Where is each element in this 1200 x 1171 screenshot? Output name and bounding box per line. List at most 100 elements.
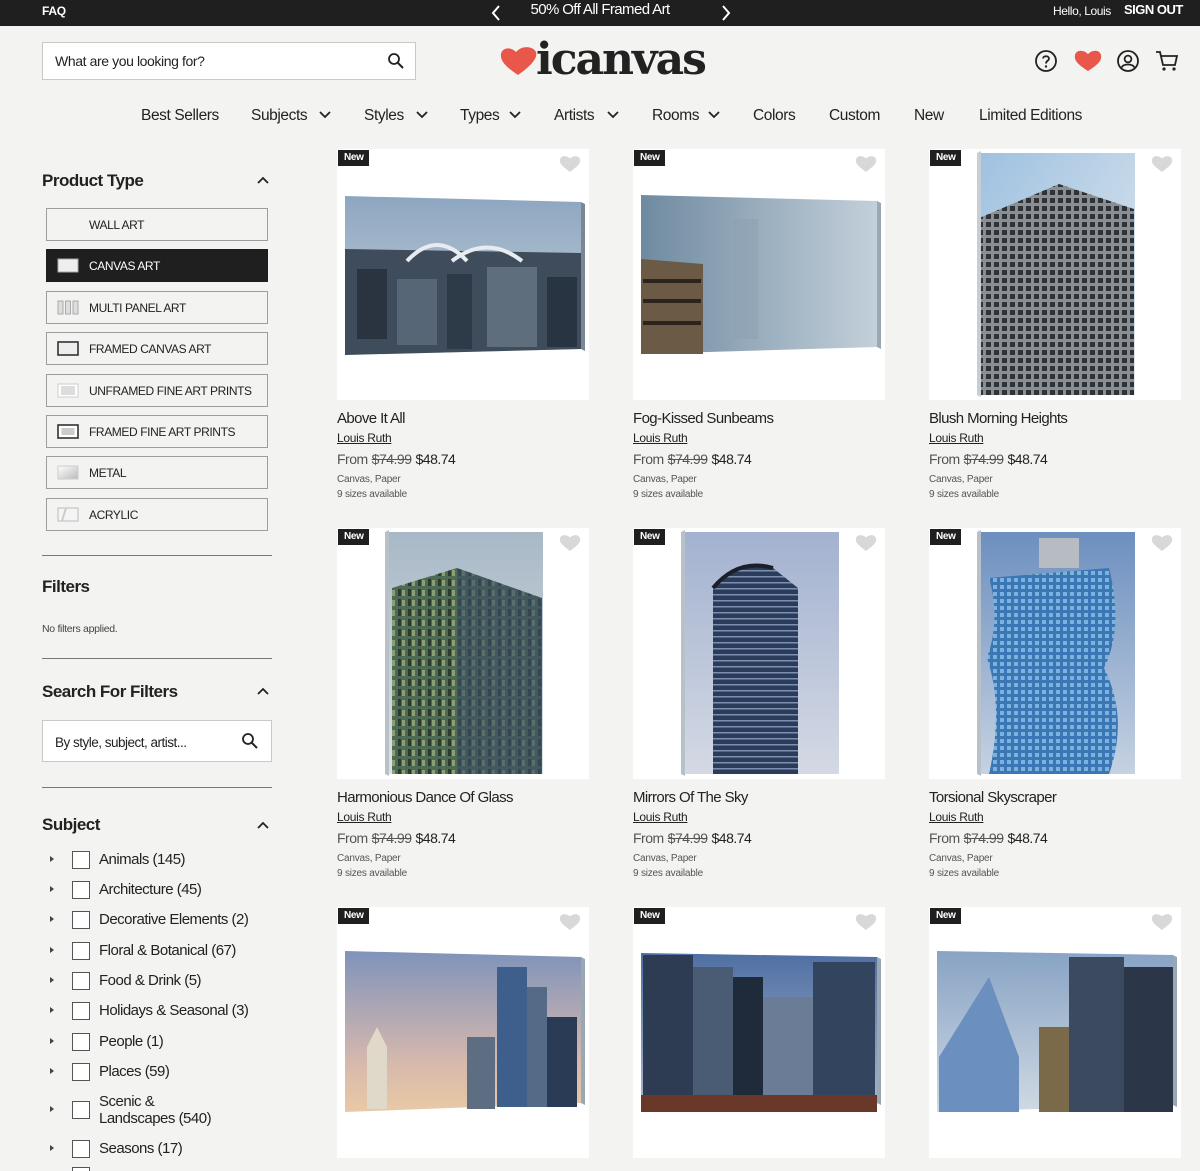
subject-checkbox[interactable] xyxy=(72,1033,90,1051)
subject-checkbox[interactable] xyxy=(72,972,90,990)
favorites-heart-icon[interactable] xyxy=(1073,49,1103,73)
subject-checkbox[interactable] xyxy=(72,1140,90,1158)
artist-link[interactable]: Louis Ruth xyxy=(929,810,984,824)
expand-icon[interactable] xyxy=(50,916,54,922)
old-price: $74.99 xyxy=(371,830,412,846)
subject-checkbox[interactable] xyxy=(72,942,90,960)
search-input[interactable] xyxy=(55,51,375,71)
product-title[interactable]: Blush Morning Heights xyxy=(929,410,1068,427)
product-type-metal[interactable]: METAL xyxy=(46,456,268,490)
favorite-heart-icon[interactable] xyxy=(855,534,877,552)
product-title[interactable]: Above It All xyxy=(337,410,405,427)
sign-out-link[interactable]: SIGN OUT xyxy=(1124,2,1183,17)
chevron-right-icon[interactable] xyxy=(716,0,736,26)
product-image[interactable]: New xyxy=(929,907,1181,1158)
subject-checkbox[interactable] xyxy=(72,1101,90,1119)
site-logo[interactable]: icanvas xyxy=(500,34,726,85)
nav-best-sellers[interactable]: Best Sellers xyxy=(141,107,219,125)
nav-artists[interactable]: Artists xyxy=(554,107,619,125)
expand-icon[interactable] xyxy=(50,947,54,953)
product-materials: Canvas, Paper xyxy=(337,474,401,485)
product-title[interactable]: Torsional Skyscraper xyxy=(929,789,1057,806)
product-title[interactable]: Harmonious Dance Of Glass xyxy=(337,789,514,806)
nav-colors[interactable]: Colors xyxy=(753,107,796,125)
favorite-heart-icon[interactable] xyxy=(559,155,581,173)
artist-link[interactable]: Louis Ruth xyxy=(633,431,688,445)
favorite-heart-icon[interactable] xyxy=(1151,155,1173,173)
product-image[interactable]: New xyxy=(633,907,885,1158)
favorite-heart-icon[interactable] xyxy=(855,155,877,173)
nav-new[interactable]: New xyxy=(914,107,944,125)
artwork-thumbnail xyxy=(641,953,881,1112)
search-icon[interactable] xyxy=(241,732,259,755)
favorite-heart-icon[interactable] xyxy=(1151,534,1173,552)
product-materials: Canvas, Paper xyxy=(337,853,401,864)
product-type-label: CANVAS ART xyxy=(89,259,160,274)
product-title[interactable]: Mirrors Of The Sky xyxy=(633,789,748,806)
product-type-unframed-fine-art-prints[interactable]: UNFRAMED FINE ART PRINTS xyxy=(46,373,268,407)
search-icon[interactable] xyxy=(387,52,405,75)
account-icon[interactable] xyxy=(1116,49,1140,73)
artist-link[interactable]: Louis Ruth xyxy=(337,810,392,824)
sale-price: $48.74 xyxy=(415,830,456,846)
favorite-heart-icon[interactable] xyxy=(559,534,581,552)
product-type-acrylic[interactable]: ACRYLIC xyxy=(46,497,268,531)
subject-label: Architecture (45) xyxy=(99,881,202,898)
expand-icon[interactable] xyxy=(50,1007,54,1013)
nav-rooms[interactable]: Rooms xyxy=(652,107,720,125)
chevron-up-icon[interactable] xyxy=(256,821,270,830)
product-image[interactable]: New xyxy=(633,149,885,400)
subject-checkbox[interactable] xyxy=(72,851,90,869)
nav-custom[interactable]: Custom xyxy=(829,107,880,125)
chevron-up-icon[interactable] xyxy=(256,687,270,696)
nav-subjects[interactable]: Subjects xyxy=(251,107,331,125)
nav-styles[interactable]: Styles xyxy=(364,107,428,125)
product-type-framed-fine-art-prints[interactable]: FRAMED FINE ART PRINTS xyxy=(46,414,268,448)
product-sizes: 9 sizes available xyxy=(337,868,407,879)
artwork-thumbnail xyxy=(345,951,585,1112)
chevron-left-icon[interactable] xyxy=(486,0,506,26)
artist-link[interactable]: Louis Ruth xyxy=(929,431,984,445)
subject-checkbox[interactable] xyxy=(72,1063,90,1081)
product-type-wall-art[interactable]: WALL ART xyxy=(46,208,268,241)
price-from: From xyxy=(929,451,960,467)
framed-canvas-icon xyxy=(57,341,79,356)
product-title[interactable]: Fog-Kissed Sunbeams xyxy=(633,410,774,427)
product-image[interactable]: New xyxy=(337,149,589,400)
expand-icon[interactable] xyxy=(50,856,54,862)
expand-icon[interactable] xyxy=(50,886,54,892)
expand-icon[interactable] xyxy=(50,1106,54,1112)
subject-checkbox[interactable] xyxy=(72,1167,90,1171)
expand-icon[interactable] xyxy=(50,977,54,983)
product-image[interactable]: New xyxy=(929,149,1181,400)
filter-search-input[interactable] xyxy=(55,732,235,752)
product-image[interactable]: New xyxy=(633,528,885,779)
product-image[interactable]: New xyxy=(337,907,589,1158)
favorite-heart-icon[interactable] xyxy=(1151,913,1173,931)
product-type-framed-canvas-art[interactable]: FRAMED CANVAS ART xyxy=(46,332,268,366)
product-type-canvas-art[interactable]: CANVAS ART xyxy=(46,249,268,283)
nav-types[interactable]: Types xyxy=(460,107,521,125)
product-image[interactable]: New xyxy=(337,528,589,779)
promo-text[interactable]: 50% Off All Framed Art xyxy=(0,1,1200,18)
favorite-heart-icon[interactable] xyxy=(559,913,581,931)
product-image[interactable]: New xyxy=(929,528,1181,779)
favorite-heart-icon[interactable] xyxy=(855,913,877,931)
expand-icon[interactable] xyxy=(50,1068,54,1074)
subject-checkbox[interactable] xyxy=(72,881,90,899)
product-type-multi-panel-art[interactable]: MULTI PANEL ART xyxy=(46,290,268,324)
expand-icon[interactable] xyxy=(50,1145,54,1151)
artist-link[interactable]: Louis Ruth xyxy=(633,810,688,824)
nav-limited-editions[interactable]: Limited Editions xyxy=(979,107,1082,125)
cart-icon[interactable] xyxy=(1155,49,1179,73)
chevron-up-icon[interactable] xyxy=(256,176,270,185)
expand-icon[interactable] xyxy=(50,1038,54,1044)
product-sizes: 9 sizes available xyxy=(633,489,703,500)
subject-checkbox[interactable] xyxy=(72,1002,90,1020)
subject-checkbox[interactable] xyxy=(72,911,90,929)
help-icon[interactable] xyxy=(1034,49,1058,73)
framed-print-icon xyxy=(57,424,79,439)
metal-icon xyxy=(57,465,79,480)
chevron-down-icon xyxy=(607,111,619,119)
artist-link[interactable]: Louis Ruth xyxy=(337,431,392,445)
